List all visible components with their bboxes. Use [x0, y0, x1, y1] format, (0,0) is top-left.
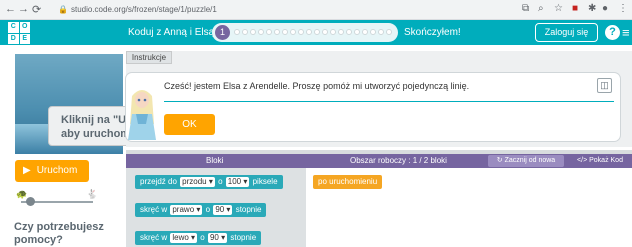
logo-letter: C: [8, 22, 19, 33]
address-text: studio.code.org/s/frozen/stage/1/puzzle/…: [70, 5, 217, 14]
ok-button[interactable]: OK: [164, 114, 215, 135]
elsa-avatar: [128, 90, 156, 140]
move-forward-block[interactable]: przejdź do przodu ▾ o 100 ▾ piksele: [135, 175, 283, 189]
progress-dots: [234, 29, 392, 36]
progress-dot[interactable]: [250, 29, 256, 35]
reset-button[interactable]: ↻ Zacznij od nowa: [488, 155, 564, 167]
forward-icon[interactable]: →: [18, 3, 29, 15]
dialog-message: Cześć! jestem Elsa z Arendelle. Proszę p…: [164, 81, 470, 91]
distance-dropdown[interactable]: 100 ▾: [225, 177, 250, 187]
lock-icon: 🔒: [58, 5, 68, 14]
block-text: skręć w: [140, 233, 168, 242]
profile-icon[interactable]: ●: [602, 3, 608, 14]
progress-dot[interactable]: [330, 29, 336, 35]
code-logo[interactable]: C O D E: [8, 22, 30, 44]
reload-icon[interactable]: ⟳: [32, 3, 41, 16]
puzzle-extension-icon[interactable]: ✱: [588, 3, 596, 14]
finish-label[interactable]: Skończyłem!: [404, 27, 461, 38]
speaker-icon[interactable]: ◫: [597, 78, 612, 93]
speed-slider[interactable]: 🐢 🐇: [16, 189, 98, 207]
run-label: Uruchom: [36, 165, 78, 176]
code-icon: </>: [577, 157, 590, 164]
translate-icon[interactable]: ⧉: [522, 3, 529, 14]
hamburger-menu-icon[interactable]: ≡: [622, 25, 630, 40]
zoom-icon[interactable]: ⌕: [538, 3, 544, 14]
angle-dropdown[interactable]: 90 ▾: [207, 233, 228, 243]
extension-icon[interactable]: ■: [572, 3, 578, 14]
turn-right-block[interactable]: skręć w prawo ▾ o 90 ▾ stopnie: [135, 203, 267, 217]
block-text: przejdź do: [140, 177, 177, 186]
hare-icon: 🐇: [86, 189, 98, 199]
progress-dot[interactable]: [298, 29, 304, 35]
help-icon[interactable]: ?: [605, 25, 620, 40]
direction-dropdown[interactable]: przodu ▾: [180, 177, 215, 187]
kebab-menu-icon[interactable]: ⋮: [618, 3, 628, 14]
puzzle-title: Koduj z Anną i Elsą: [128, 27, 215, 38]
toolbox-header: Bloki Obszar roboczy : 1 / 2 bloki ↻ Zac…: [126, 154, 632, 168]
direction-dropdown[interactable]: prawo ▾: [170, 205, 203, 215]
puzzle-progress: 1: [212, 23, 398, 42]
tab-instructions[interactable]: Instrukcje: [126, 51, 172, 64]
block-text: stopnie: [230, 233, 257, 242]
help-title-line1: Czy potrzebujesz: [14, 221, 104, 233]
progress-dot[interactable]: [258, 29, 264, 35]
run-button[interactable]: ▶ Uruchom: [15, 160, 89, 182]
show-code-label: Pokaż Kod: [589, 157, 623, 164]
block-text: o: [200, 233, 205, 242]
angle-dropdown[interactable]: 90 ▾: [213, 205, 233, 215]
help-title-line2: pomocy?: [14, 234, 63, 246]
current-puzzle-badge[interactable]: 1: [215, 25, 230, 40]
progress-dot[interactable]: [314, 29, 320, 35]
app-header: C O D E Koduj z Anną i Elsą 1 Skończyłem…: [0, 20, 632, 45]
logo-letter: E: [19, 33, 30, 44]
progress-dot[interactable]: [370, 29, 376, 35]
progress-dot[interactable]: [290, 29, 296, 35]
logo-letter: O: [19, 22, 30, 33]
progress-dot[interactable]: [346, 29, 352, 35]
signin-button[interactable]: Zaloguj się: [535, 23, 598, 42]
run-hint-callout: Kliknij na "U… aby uruchom: [48, 106, 138, 146]
reset-label: Zacznij od nowa: [504, 157, 556, 164]
help-panel-title: Czy potrzebujesz pomocy?: [14, 221, 104, 247]
slider-thumb[interactable]: [26, 197, 35, 206]
logo-letter: D: [8, 33, 19, 44]
instructions-dialog: Cześć! jestem Elsa z Arendelle. Proszę p…: [126, 73, 620, 141]
browser-toolbar: ← → ⟳ 🔒 studio.code.org/s/frozen/stage/1/…: [0, 0, 632, 20]
play-icon: ▶: [23, 165, 31, 176]
progress-dot[interactable]: [274, 29, 280, 35]
progress-dot[interactable]: [322, 29, 328, 35]
progress-dot[interactable]: [386, 29, 392, 35]
progress-dot[interactable]: [266, 29, 272, 35]
workspace-label: Obszar roboczy : 1 / 2 bloki: [350, 156, 447, 165]
progress-dot[interactable]: [378, 29, 384, 35]
show-code-button[interactable]: </> Pokaż Kod: [570, 155, 630, 167]
progress-dot[interactable]: [354, 29, 360, 35]
progress-dot[interactable]: [338, 29, 344, 35]
blocks-label: Bloki: [206, 156, 224, 165]
address-bar[interactable]: 🔒 studio.code.org/s/frozen/stage/1/puzzle…: [58, 3, 438, 17]
block-text: skręć w: [140, 205, 168, 214]
star-icon[interactable]: ☆: [554, 3, 563, 14]
turn-left-block[interactable]: skręć w lewo ▾ o 90 ▾ stopnie: [135, 231, 262, 245]
progress-dot[interactable]: [306, 29, 312, 35]
progress-dot[interactable]: [242, 29, 248, 35]
turtle-icon: 🐢: [16, 189, 28, 199]
progress-dot[interactable]: [362, 29, 368, 35]
block-text: stopnie: [235, 205, 262, 214]
dialog-divider: [164, 101, 614, 102]
progress-dot[interactable]: [234, 29, 240, 35]
reset-icon: ↻: [496, 157, 505, 164]
back-icon[interactable]: ←: [5, 3, 16, 15]
block-text: piksele: [252, 177, 278, 186]
when-run-block[interactable]: po uruchomieniu: [313, 175, 383, 189]
direction-dropdown[interactable]: lewo ▾: [170, 233, 198, 243]
progress-dot[interactable]: [282, 29, 288, 35]
block-text: o: [218, 177, 223, 186]
block-text: o: [205, 205, 211, 214]
